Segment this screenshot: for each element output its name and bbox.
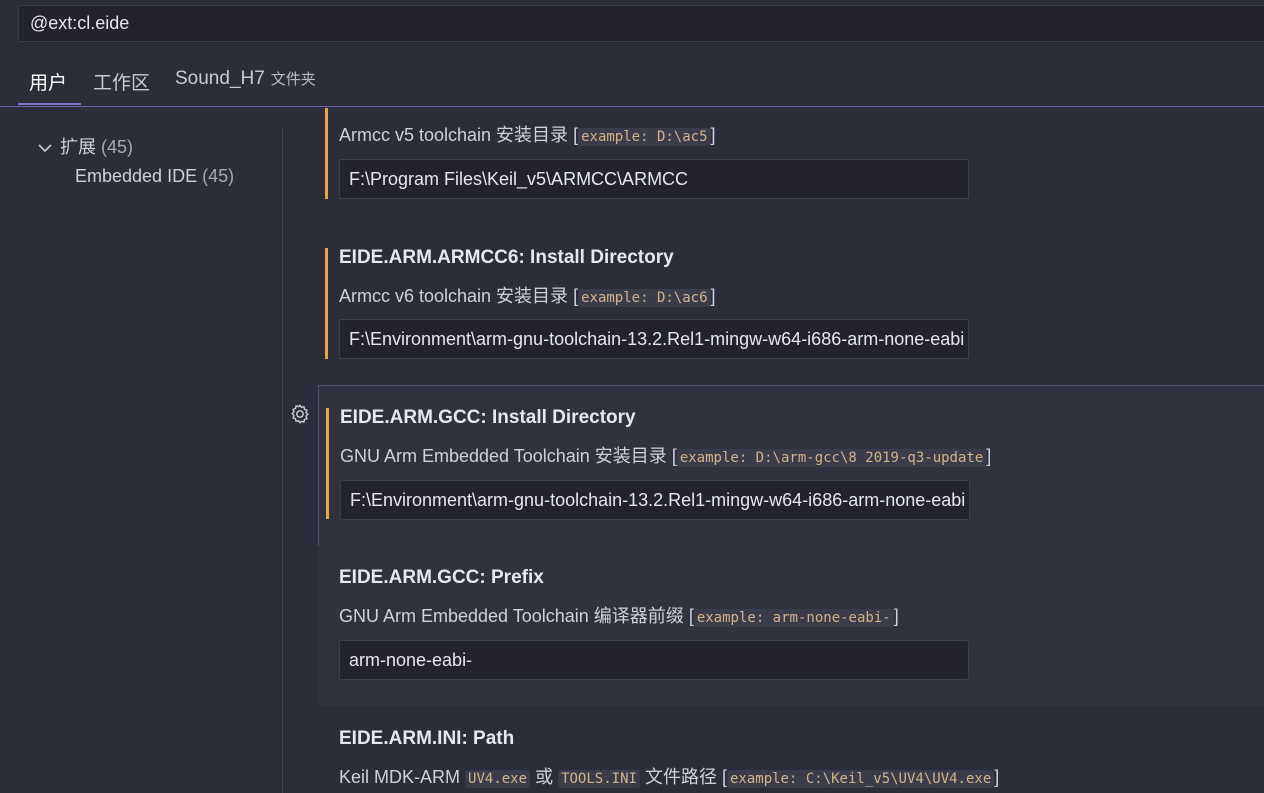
modified-indicator <box>326 408 329 519</box>
setting-inline-code: UV4.exe <box>465 770 531 788</box>
setting-example-code: example: D:\ac5 <box>578 128 711 146</box>
settings-list: Armcc v5 toolchain 安装目录 [example: D:\ac5… <box>283 108 1264 793</box>
active-tab-indicator <box>18 103 81 105</box>
tab-folder-label: Sound_H7 <box>175 68 265 89</box>
setting-example-code: example: C:\Keil_v5\UV4\UV4.exe <box>726 770 995 788</box>
tab-folder[interactable]: Sound_H7 文件夹 <box>175 68 316 90</box>
setting-title: EIDE.ARM.GCC: Install Directory <box>340 407 636 428</box>
setting-description: Armcc v5 toolchain 安装目录 [example: D:\ac5… <box>339 125 716 146</box>
toc-item-count: (45) <box>101 137 134 157</box>
setting-example-code: example: D:\arm-gcc\8 2019-q3-update <box>676 449 987 467</box>
settings-toc: 扩展 (45) Embedded IDE (45) <box>0 108 282 793</box>
setting-description: Armcc v6 toolchain 安装目录 [example: D:\ac6… <box>339 286 716 307</box>
toc-item-label: Embedded IDE <box>75 166 198 186</box>
setting-item-gcc-install-dir: EIDE.ARM.GCC: Install Directory GNU Arm … <box>318 385 1264 546</box>
setting-value-input[interactable]: F:\Program Files\Keil_v5\ARMCC\ARMCC <box>339 159 969 199</box>
modified-indicator <box>325 248 328 359</box>
toc-item-count: (45) <box>202 166 235 186</box>
setting-description: GNU Arm Embedded Toolchain 安装目录 [example… <box>340 446 992 467</box>
tab-user[interactable]: 用户 <box>29 68 67 95</box>
settings-editor: @ext:cl.eide 用户 工作区 Sound_H7 文件夹 扩展 (45) … <box>0 0 1264 793</box>
setting-value-input[interactable]: F:\Environment\arm-gnu-toolchain-13.2.Re… <box>340 480 970 520</box>
setting-item-armcc5: Armcc v5 toolchain 安装目录 [example: D:\ac5… <box>318 108 1264 223</box>
setting-title: EIDE.ARM.GCC: Prefix <box>339 567 544 588</box>
gear-icon[interactable] <box>289 403 311 425</box>
setting-example-code: example: D:\ac6 <box>578 289 711 307</box>
setting-value-input[interactable]: F:\Environment\arm-gnu-toolchain-13.2.Re… <box>339 319 969 359</box>
chevron-down-icon[interactable] <box>38 142 52 154</box>
tab-folder-sublabel: 文件夹 <box>270 71 316 88</box>
setting-value-input[interactable]: arm-none-eabi- <box>339 640 969 680</box>
toc-item-label: 扩展 <box>60 137 96 157</box>
settings-scope-tabs: 用户 工作区 Sound_H7 文件夹 <box>0 58 1264 107</box>
modified-indicator <box>325 108 328 199</box>
setting-item-gcc-prefix: EIDE.ARM.GCC: Prefix GNU Arm Embedded To… <box>318 546 1264 706</box>
setting-title: EIDE.ARM.ARMCC6: Install Directory <box>339 247 674 268</box>
setting-description: Keil MDK-ARM UV4.exe 或 TOOLS.INI 文件路径 [e… <box>339 767 1000 788</box>
toc-item-embedded-ide[interactable]: Embedded IDE (45) <box>75 166 234 187</box>
setting-title: EIDE.ARM.INI: Path <box>339 728 515 749</box>
setting-inline-code: TOOLS.INI <box>558 770 640 788</box>
setting-item-armcc6: EIDE.ARM.ARMCC6: Install Directory Armcc… <box>318 238 1264 363</box>
setting-item-ini-path: EIDE.ARM.INI: Path Keil MDK-ARM UV4.exe … <box>318 706 1264 793</box>
tab-workspace[interactable]: 工作区 <box>93 68 150 95</box>
settings-search-input[interactable]: @ext:cl.eide <box>18 5 1264 42</box>
setting-description: GNU Arm Embedded Toolchain 编译器前缀 [exampl… <box>339 606 899 627</box>
toc-item-extensions[interactable]: 扩展 (45) <box>38 133 133 159</box>
setting-example-code: example: arm-none-eabi- <box>693 609 894 627</box>
